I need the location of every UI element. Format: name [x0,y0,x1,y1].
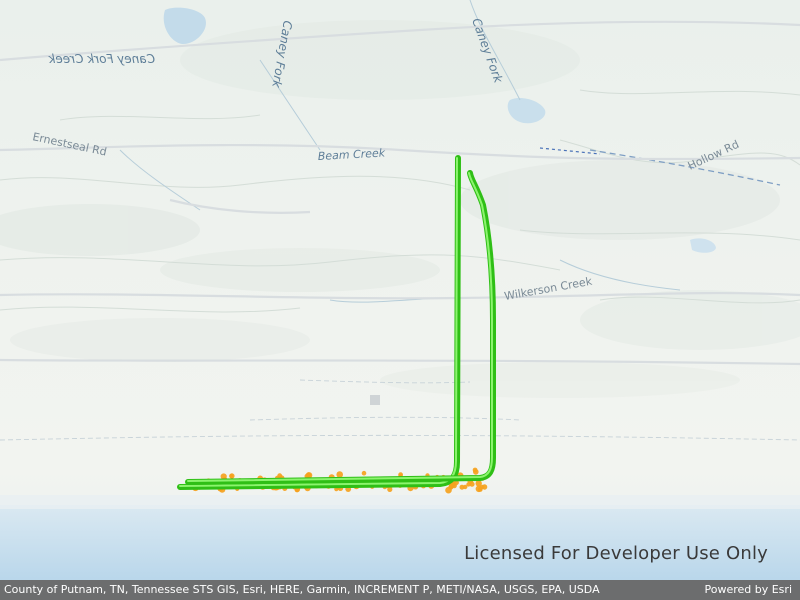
horizon-band [0,495,800,509]
building-feature [370,395,380,405]
event-point[interactable] [277,473,283,479]
powered-by-link[interactable]: Powered by Esri [704,580,792,600]
developer-watermark: Licensed For Developer Use Only [464,543,768,564]
event-point[interactable] [361,470,367,476]
event-point[interactable] [463,484,468,490]
event-point[interactable] [481,484,488,490]
event-point[interactable] [229,473,235,479]
event-point[interactable] [477,487,483,492]
attribution-bar: County of Putnam, TN, Tennessee STS GIS,… [0,580,800,600]
event-point[interactable] [472,467,478,473]
scene-view[interactable]: Caney Fork Creek Caney Fork Caney Fork B… [0,0,800,600]
basemap-scene[interactable]: Caney Fork Creek Caney Fork Caney Fork B… [0,0,800,600]
attribution-text[interactable]: County of Putnam, TN, Tennessee STS GIS,… [4,580,600,600]
event-point[interactable] [445,486,452,494]
event-point[interactable] [336,471,344,478]
map-label-caney-fork-creek-1: Caney Fork Creek [47,52,155,66]
